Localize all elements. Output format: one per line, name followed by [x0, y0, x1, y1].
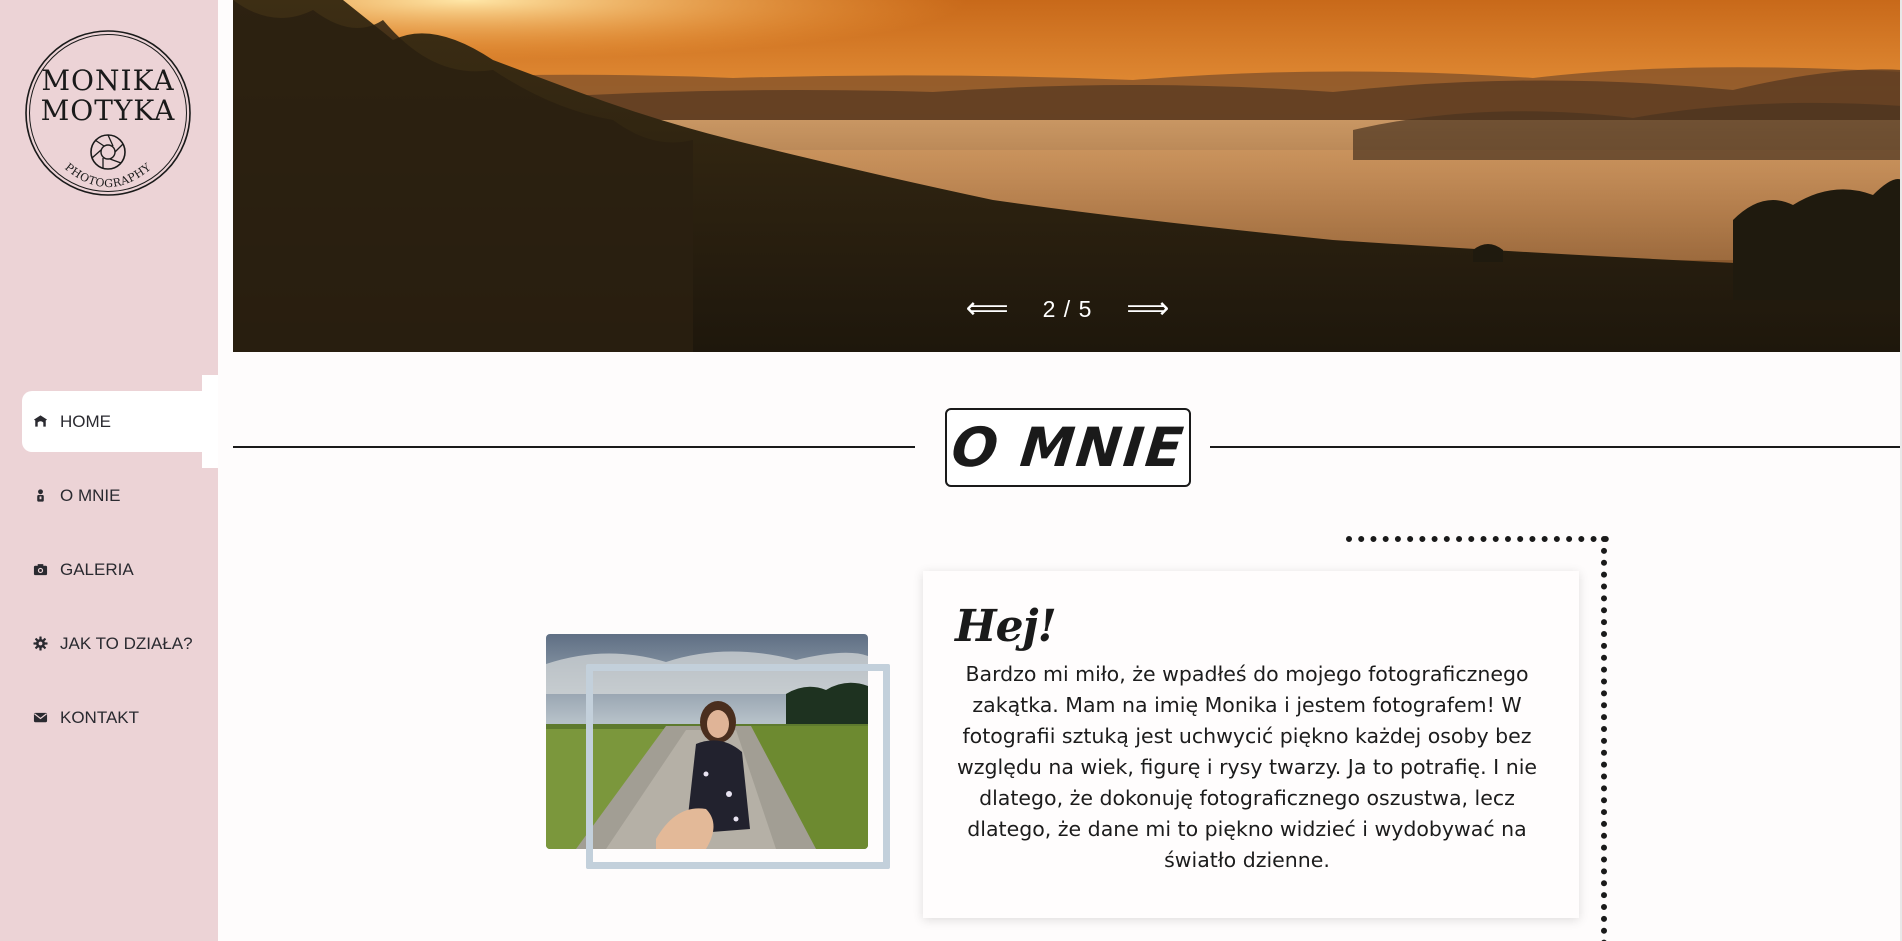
- logo-line1: MONIKA: [41, 64, 174, 97]
- camera-icon: [32, 562, 48, 578]
- section-title: O MNIE: [948, 416, 1188, 479]
- slider-next-button[interactable]: ⟹: [1126, 291, 1169, 327]
- dotted-frame-right: [1601, 536, 1607, 941]
- about-text: Bardzo mi miło, że wpadłeś do mojego fot…: [956, 662, 1538, 872]
- logo-tagline: PHOTOGRAPHY: [62, 160, 153, 190]
- gear-icon: [32, 636, 48, 652]
- photo-frame-front: [586, 664, 890, 869]
- brand-logo[interactable]: MONIKA MOTYKA PHOTOGRAPHY: [24, 28, 192, 198]
- nav-item-kontakt[interactable]: KONTAKT: [22, 687, 218, 748]
- svg-text:PHOTOGRAPHY: PHOTOGRAPHY: [62, 160, 153, 190]
- nav-label-jak-to-dziala: JAK TO DZIAŁA?: [60, 633, 193, 653]
- sidebar: MONIKA MOTYKA PHOTOGRAPHY HOME O MNIE GA…: [0, 0, 218, 941]
- logo-emblem-icon: MONIKA MOTYKA PHOTOGRAPHY: [25, 30, 191, 196]
- aperture-icon: [90, 134, 126, 170]
- hero-slider: ⟸ 2 / 5 ⟹: [233, 0, 1902, 352]
- nav-item-galeria[interactable]: GALERIA: [22, 539, 218, 600]
- title-rule-left: [233, 446, 915, 448]
- home-icon: [32, 414, 48, 430]
- about-card: Hej! Bardzo mi miło, że wpadłeś do mojeg…: [923, 571, 1579, 918]
- section-title-box: O MNIE: [945, 408, 1191, 487]
- nav-label-home: HOME: [60, 411, 111, 431]
- title-rule-right: [1210, 446, 1900, 448]
- nav-item-o-mnie[interactable]: O MNIE: [22, 465, 218, 526]
- dotted-frame-top: [1346, 536, 1609, 542]
- slider-prev-button[interactable]: ⟸: [966, 291, 1009, 327]
- envelope-icon: [32, 710, 48, 726]
- nav-label-kontakt: KONTAKT: [60, 707, 140, 727]
- slide-counter: 2 / 5: [1042, 295, 1093, 322]
- main-nav: HOME O MNIE GALERIA JAK TO DZIAŁA? KONTA…: [22, 375, 218, 761]
- nav-label-galeria: GALERIA: [60, 559, 134, 579]
- nav-item-jak-to-dziala[interactable]: JAK TO DZIAŁA?: [22, 613, 218, 674]
- logo-line2: MOTYKA: [41, 94, 176, 127]
- slider-controls: ⟸ 2 / 5 ⟹: [233, 291, 1902, 327]
- about-greeting: Hej!: [955, 601, 1057, 652]
- nav-item-home[interactable]: HOME: [22, 375, 218, 468]
- person-icon: [32, 488, 48, 504]
- nav-label-o-mnie: O MNIE: [60, 485, 121, 505]
